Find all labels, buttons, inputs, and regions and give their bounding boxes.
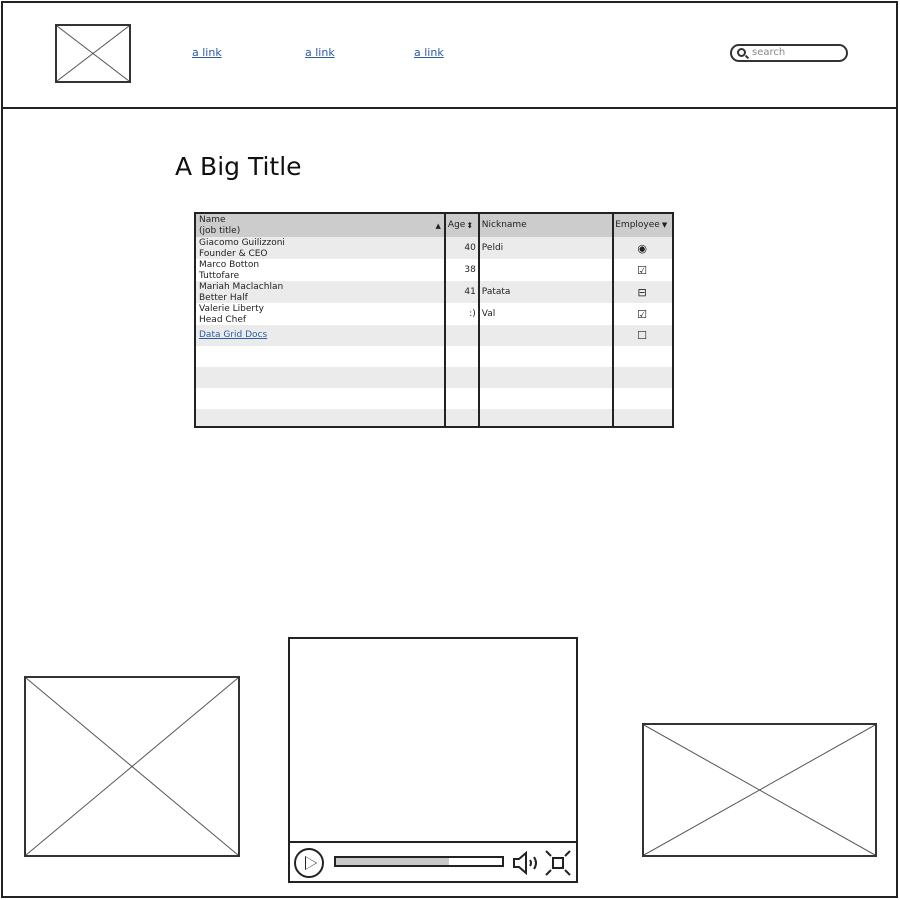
cell-name: Marco Botton Tuttofare (196, 259, 445, 281)
name-header-label: Name (199, 215, 226, 225)
employee-name: Marco Botton (199, 260, 260, 270)
play-icon[interactable] (294, 848, 324, 878)
fullscreen-icon[interactable] (545, 850, 571, 876)
nickname-value: Peldi (481, 242, 504, 253)
nav-link-1[interactable]: a link (192, 46, 222, 59)
video-player[interactable] (288, 637, 578, 883)
cell-nickname (479, 259, 612, 281)
nickname-value: Patata (481, 286, 511, 297)
employee-header-label: Employee (615, 220, 660, 230)
column-header-age[interactable]: Age ⬍ (445, 214, 479, 237)
image-placeholder-right (642, 723, 877, 857)
name-header-sub: (job title) (199, 226, 241, 236)
table-row[interactable]: Marco Botton Tuttofare 38 ☑ (196, 259, 672, 281)
age-value: 41 (464, 286, 476, 297)
nav-link-2[interactable]: a link (305, 46, 335, 59)
cell-name: Giacomo Guilizzoni Founder & CEO (196, 237, 445, 259)
nickname-value: Val (481, 308, 496, 319)
age-value: 38 (464, 264, 476, 275)
empty-row (196, 367, 672, 388)
table-row[interactable]: Mariah Maclachlan Better Half 41 Patata ⊟ (196, 281, 672, 303)
sort-asc-icon: ▲ (435, 222, 441, 230)
column-divider (478, 214, 480, 426)
column-divider (612, 214, 614, 426)
checkbox-checked-icon[interactable]: ☑ (612, 259, 672, 281)
cell-age: 38 (445, 259, 479, 281)
volume-icon[interactable] (512, 851, 540, 875)
cell-age: 40 (445, 237, 479, 259)
age-header-label: Age (447, 220, 466, 230)
nav-link-3[interactable]: a link (414, 46, 444, 59)
search-input[interactable]: search (730, 44, 848, 62)
employee-name: Valerie Liberty (199, 304, 264, 314)
empty-row (196, 388, 672, 409)
column-header-employee[interactable]: Employee ▼ (612, 214, 672, 237)
job-title: Founder & CEO (199, 249, 268, 259)
video-controls (290, 841, 576, 881)
cell-name: Mariah Maclachlan Better Half (196, 281, 445, 303)
column-divider (444, 214, 446, 426)
checkbox-unchecked-icon[interactable]: ☐ (612, 325, 672, 346)
video-progress-fill (336, 858, 449, 865)
age-value: 40 (464, 242, 476, 253)
cell-nickname: Peldi (479, 237, 612, 259)
job-title: Tuttofare (199, 271, 240, 281)
grid-header-row: Name (job title) ▲ Age ⬍ Nickname Employee ▼ (196, 214, 672, 237)
empty-row (196, 346, 672, 367)
job-title: Better Half (199, 293, 248, 303)
checkbox-checked-icon[interactable]: ☑ (612, 303, 672, 325)
employee-name: Giacomo Guilizzoni (199, 238, 285, 248)
search-icon (737, 48, 746, 57)
employee-name: Mariah Maclachlan (199, 282, 284, 292)
logo-placeholder (55, 24, 131, 83)
cell-link: Data Grid Docs (196, 325, 445, 346)
dropdown-icon: ▼ (661, 221, 668, 229)
job-title: Head Chef (199, 315, 247, 325)
data-grid: Name (job title) ▲ Age ⬍ Nickname Employee ▼… (194, 212, 674, 428)
cell-age: 41 (445, 281, 479, 303)
sort-both-icon: ⬍ (466, 221, 474, 230)
radio-selected-icon[interactable]: ◉ (612, 237, 672, 259)
search-placeholder: search (752, 47, 786, 58)
column-header-name[interactable]: Name (job title) ▲ (196, 214, 445, 237)
checkbox-indeterminate-icon[interactable]: ⊟ (612, 281, 672, 303)
table-row: Data Grid Docs ☐ (196, 325, 672, 346)
image-placeholder-left (24, 676, 240, 857)
table-row[interactable]: Giacomo Guilizzoni Founder & CEO 40 Peldi… (196, 237, 672, 259)
data-grid-docs-link[interactable]: Data Grid Docs (199, 330, 267, 341)
column-header-nickname[interactable]: Nickname (479, 214, 612, 237)
cell-name: Valerie Liberty Head Chef (196, 303, 445, 325)
empty-row (196, 409, 672, 426)
cell-nickname: Val (479, 303, 612, 325)
cell-age: :) (445, 303, 479, 325)
video-progress-bar[interactable] (334, 856, 504, 867)
age-value: :) (469, 308, 476, 319)
cell-nickname: Patata (479, 281, 612, 303)
table-row[interactable]: Valerie Liberty Head Chef :) Val ☑ (196, 303, 672, 325)
page-title: A Big Title (175, 152, 302, 181)
nickname-header-label: Nickname (481, 220, 527, 230)
